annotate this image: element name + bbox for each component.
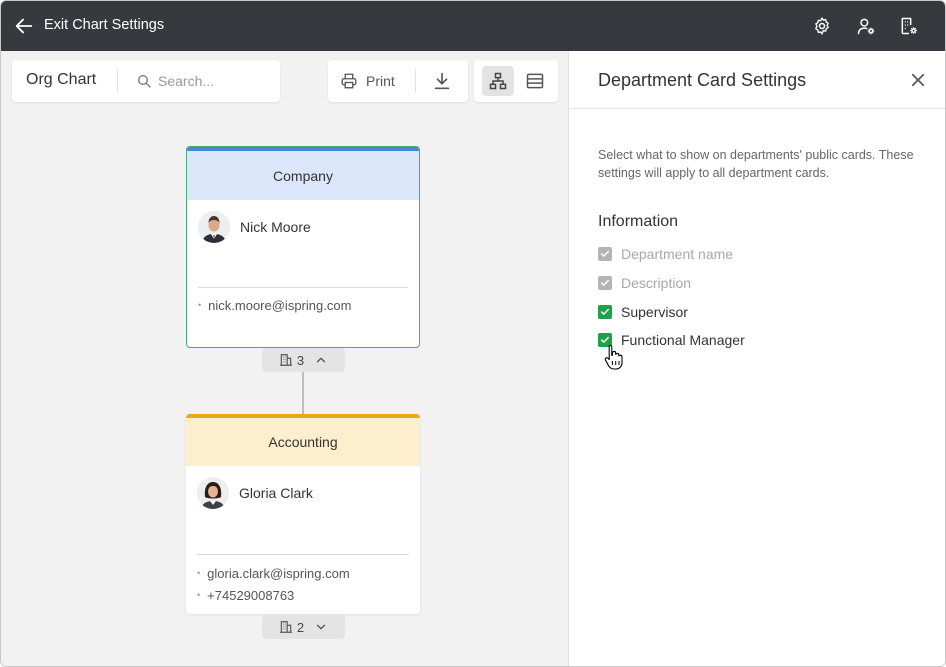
view-title: Org Chart bbox=[26, 71, 97, 88]
arrow-left-icon[interactable] bbox=[13, 15, 35, 37]
building-icon bbox=[280, 621, 292, 633]
exit-chart-settings-link[interactable]: Exit Chart Settings bbox=[44, 17, 164, 33]
person-email[interactable]: gloria.clark@ispring.com bbox=[197, 566, 350, 581]
chevron-up-icon bbox=[316, 357, 326, 363]
department-card-company[interactable]: Company Nick Moore nick.moore@ispring.co… bbox=[186, 146, 420, 348]
chevron-down-icon bbox=[316, 624, 326, 630]
panel-title: Department Card Settings bbox=[598, 70, 807, 90]
option-label: Supervisor bbox=[621, 304, 688, 320]
option-label: Functional Manager bbox=[621, 332, 745, 348]
view-switcher bbox=[474, 60, 558, 102]
print-button[interactable]: Print bbox=[340, 68, 395, 94]
toolbar-divider bbox=[415, 69, 416, 93]
checkbox-department-name bbox=[598, 247, 612, 261]
checkbox-supervisor[interactable] bbox=[598, 305, 612, 319]
panel-header: Department Card Settings bbox=[569, 51, 945, 109]
search-input[interactable] bbox=[158, 71, 278, 91]
option-supervisor[interactable]: Supervisor bbox=[598, 303, 688, 321]
person-email[interactable]: nick.moore@ispring.com bbox=[198, 298, 351, 313]
avatar bbox=[197, 477, 229, 509]
check-icon bbox=[600, 308, 610, 315]
option-label: Department name bbox=[621, 246, 734, 262]
list-view-icon bbox=[526, 73, 544, 89]
department-title: Accounting bbox=[186, 418, 420, 466]
checkbox-description bbox=[598, 276, 612, 290]
close-icon[interactable] bbox=[909, 71, 927, 89]
building-icon bbox=[280, 354, 292, 366]
search-icon bbox=[138, 75, 151, 88]
option-label: Description bbox=[621, 275, 692, 291]
title-search-bar: Org Chart bbox=[12, 60, 280, 102]
app-window: Exit Chart Settings Org Chart Search... … bbox=[0, 0, 946, 667]
person-phone[interactable]: +74529008763 bbox=[197, 588, 294, 603]
avatar bbox=[198, 211, 230, 243]
list-view-button[interactable] bbox=[519, 66, 551, 96]
printer-icon bbox=[341, 73, 357, 89]
section-title: Information bbox=[598, 213, 679, 230]
department-title: Company bbox=[187, 151, 419, 200]
children-toggle-company[interactable]: 3 bbox=[262, 348, 345, 372]
children-count: 3 bbox=[296, 352, 305, 368]
org-chart-canvas[interactable]: Org Chart Print bbox=[1, 51, 568, 666]
print-label: Print bbox=[366, 73, 395, 89]
option-department-name: Department name bbox=[598, 245, 733, 263]
card-divider bbox=[197, 554, 409, 555]
person-name[interactable]: Nick Moore bbox=[240, 219, 311, 235]
user-settings-icon[interactable] bbox=[856, 16, 876, 36]
department-card-accounting[interactable]: Accounting Gloria Clark gloria.clark@isp… bbox=[186, 414, 420, 614]
check-icon bbox=[600, 279, 610, 286]
chart-connector-line bbox=[302, 372, 304, 415]
org-view-icon bbox=[489, 72, 507, 90]
toolbar-divider bbox=[117, 69, 118, 93]
top-bar: Exit Chart Settings bbox=[1, 1, 945, 51]
check-icon bbox=[600, 250, 610, 257]
hand-cursor-icon bbox=[604, 344, 623, 370]
card-divider bbox=[198, 287, 408, 288]
person-name[interactable]: Gloria Clark bbox=[239, 485, 313, 501]
gear-icon[interactable] bbox=[812, 16, 832, 36]
children-toggle-accounting[interactable]: 2 bbox=[262, 615, 345, 639]
print-download-bar: Print bbox=[328, 60, 468, 102]
org-view-button[interactable] bbox=[482, 66, 514, 96]
panel-description: Select what to show on departments' publ… bbox=[598, 148, 914, 180]
building-settings-icon[interactable] bbox=[899, 16, 919, 36]
download-icon[interactable] bbox=[431, 70, 453, 92]
option-description: Description bbox=[598, 274, 691, 292]
children-count: 2 bbox=[296, 619, 305, 635]
